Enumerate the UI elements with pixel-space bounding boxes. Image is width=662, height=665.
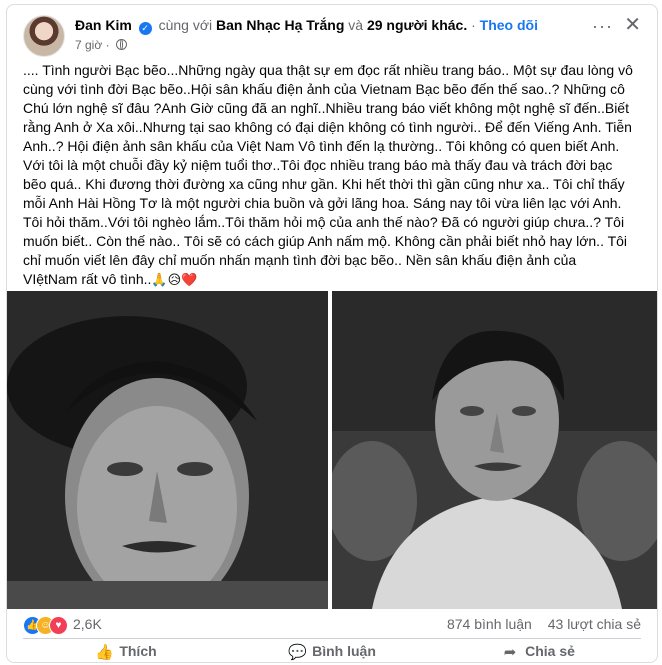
post-header: Đan Kim ✓ cùng với Ban Nhạc Hạ Trắng và … [23,13,641,57]
author-line: Đan Kim ✓ cùng với Ban Nhạc Hạ Trắng và … [75,17,538,35]
share-icon: ➦ [503,644,517,661]
photo-grid [7,291,657,609]
author-name[interactable]: Đan Kim [75,17,132,33]
post-meta: 7 giờ · [75,38,127,52]
post-emojis: 🙏😥❤️ [151,272,198,287]
share-label: Chia sẻ [525,643,575,659]
post-text: .... Tình người Bạc bẽo...Những ngày qua… [23,61,633,320]
like-label: Thích [119,643,157,659]
comment-button[interactable]: 💬 Bình luận [229,641,435,662]
love-reaction-icon: ♥ [49,616,68,635]
globe-icon [115,39,127,50]
close-icon[interactable]: ✕ [624,15,641,35]
post-stats: 874 bình luận 43 lượt chia sẻ [447,616,641,632]
portrait-left-illustration [7,291,328,609]
tagged-name[interactable]: Ban Nhạc Hạ Trắng [216,17,344,33]
follow-button[interactable]: Theo dõi [480,17,538,33]
post-paragraph-text: .... Tình người Bạc bẽo...Những ngày qua… [23,62,633,287]
post-card: Đan Kim ✓ cùng với Ban Nhạc Hạ Trắng và … [6,4,658,663]
comment-icon: 💬 [288,644,307,661]
portrait-right-illustration [332,291,657,609]
meta-separator: · [105,38,110,52]
share-button[interactable]: ➦ Chia sẻ [435,641,641,662]
action-bar: 👍 Thích 💬 Bình luận ➦ Chia sẻ [23,641,641,662]
and-text: và [348,17,364,33]
share-count[interactable]: 43 lượt chia sẻ [548,616,641,632]
like-button[interactable]: 👍 Thích [23,641,229,662]
header-separator: · [471,17,476,33]
photo-right[interactable] [332,291,657,609]
post-time[interactable]: 7 giờ [75,38,102,52]
post-paragraph: .... Tình người Bạc bẽo...Những ngày qua… [23,61,633,289]
reaction-count[interactable]: 2,6K [73,616,102,632]
photo-left[interactable] [7,291,328,609]
more-dots-icon[interactable]: ··· [592,17,613,35]
with-text: cùng với [158,17,213,33]
comment-count[interactable]: 874 bình luận [447,616,532,632]
verified-badge-icon: ✓ [138,22,152,35]
author-avatar[interactable] [23,15,65,57]
comment-label: Bình luận [312,643,376,659]
divider [23,638,641,639]
reactions-row: 👍 ☺ ♥ 2,6K 874 bình luận 43 lượt chia sẻ [23,615,641,635]
thumbs-up-icon: 👍 [95,644,115,661]
others-link[interactable]: 29 người khác. [367,17,467,33]
